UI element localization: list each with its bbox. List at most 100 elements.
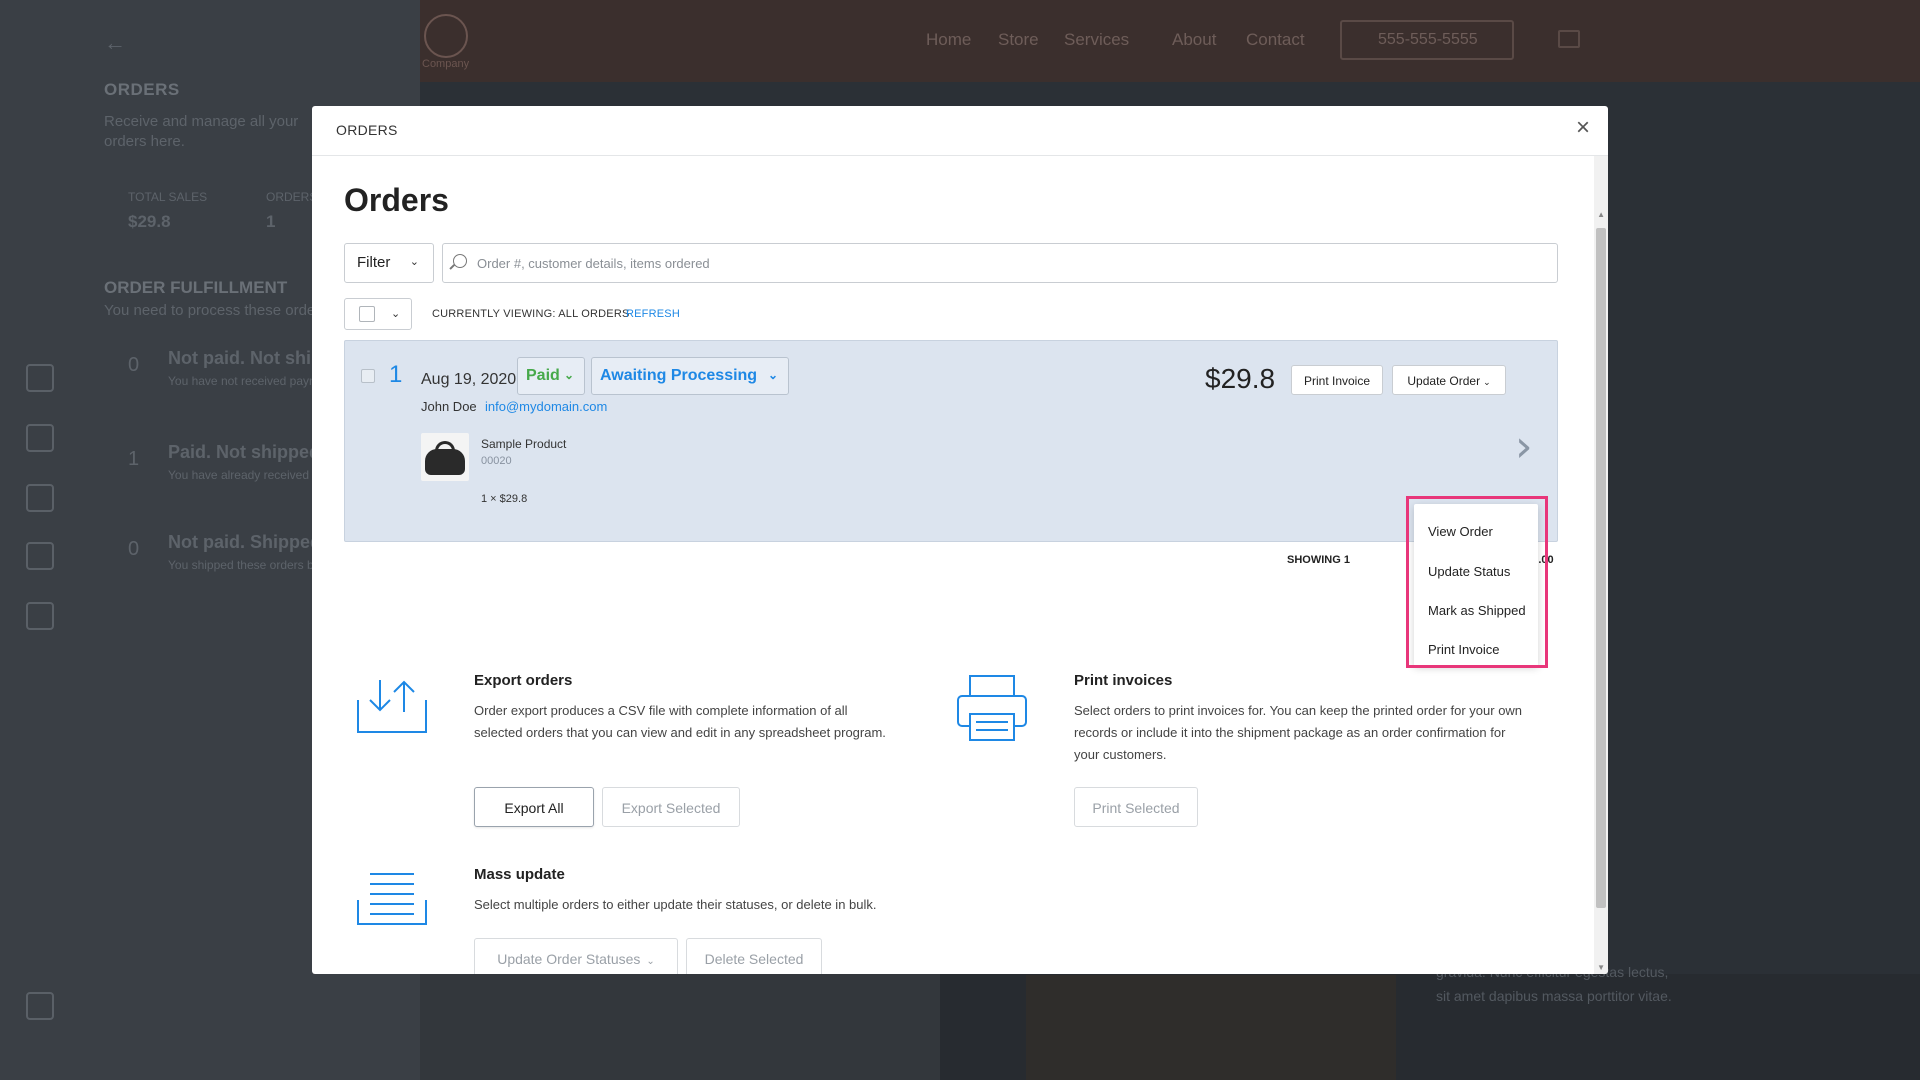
print-selected-button[interactable]: Print Selected [1074, 787, 1198, 827]
settings-icon[interactable] [26, 602, 54, 630]
page-title: Orders [344, 182, 449, 218]
update-order-label: Update Order [1407, 374, 1481, 388]
apps-icon[interactable] [26, 992, 54, 1020]
chevron-right-icon[interactable]: › [1515, 421, 1533, 472]
background-stat-orders: ORDERS 1 [266, 190, 317, 232]
menu-item-print-invoice[interactable]: Print Invoice [1428, 642, 1500, 657]
product-thumbnail [421, 433, 469, 481]
cart-icon[interactable] [26, 484, 54, 512]
payment-status-label: Paid [526, 367, 560, 384]
product-sku: 00020 [481, 455, 512, 467]
print-invoices-desc: Select orders to print invoices for. You… [1074, 703, 1523, 762]
bulk-select-dropdown[interactable]: ⌄ [344, 298, 412, 330]
order-total: $29.8 [1205, 363, 1276, 394]
background-icon-rail [0, 340, 80, 1060]
fulfillment-status-dropdown[interactable]: Awaiting Processing ⌄ [591, 357, 789, 395]
back-arrow-icon[interactable]: ← [104, 30, 126, 56]
background-fulfillment-title: ORDER FULFILLMENT [104, 278, 288, 297]
row-count: 0 [128, 354, 140, 376]
stat-value: 1 [266, 212, 276, 231]
modal-title: ORDERS [336, 122, 398, 138]
nav-services[interactable]: Services [1064, 30, 1129, 50]
filter-label: Filter [357, 254, 391, 271]
refresh-link[interactable]: REFRESH [626, 308, 680, 320]
export-all-button[interactable]: Export All [474, 787, 594, 827]
site-logo-text: Company [422, 58, 470, 70]
scrollbar-thumb[interactable] [1596, 228, 1606, 908]
design-icon[interactable] [26, 542, 54, 570]
delete-selected-button[interactable]: Delete Selected [686, 938, 822, 974]
stat-value: $29.8 [128, 212, 171, 231]
export-orders-desc: Order export produces a CSV file with co… [474, 703, 886, 740]
chevron-down-icon: ⌄ [1483, 377, 1491, 387]
menu-item-mark-shipped[interactable]: Mark as Shipped [1428, 603, 1526, 618]
filter-button[interactable]: Filter ⌄ [344, 243, 434, 283]
customer-email-link[interactable]: info@mydomain.com [485, 399, 607, 414]
stat-label: ORDERS [266, 190, 318, 204]
payment-status-dropdown[interactable]: Paid ⌄ [517, 357, 585, 395]
nav-home[interactable]: Home [926, 30, 971, 50]
order-date: Aug 19, 2020 [421, 371, 517, 388]
showing-count: SHOWING 1 [1287, 554, 1350, 566]
mass-update-desc: Select multiple orders to either update … [474, 897, 877, 912]
update-order-menu: View Order Update Status Mark as Shipped… [1414, 504, 1538, 666]
customer-name: John Doe [421, 399, 477, 414]
print-invoices-title: Print invoices [1074, 672, 1173, 689]
menu-item-update-status[interactable]: Update Status [1428, 564, 1510, 579]
order-number[interactable]: 1 [389, 361, 402, 389]
site-logo-icon [424, 14, 468, 58]
chevron-down-icon: ⌄ [563, 368, 574, 382]
select-all-checkbox[interactable] [359, 306, 375, 322]
background-orders-title: ORDERS [104, 80, 180, 99]
product-quantity-line: 1 × $29.8 [481, 493, 528, 505]
update-order-button[interactable]: Update Order ⌄ [1392, 365, 1506, 395]
row-count: 0 [128, 538, 140, 560]
stat-label: TOTAL SALES [128, 190, 208, 204]
menu-item-view-order[interactable]: View Order [1428, 524, 1493, 539]
close-icon[interactable]: × [1576, 116, 1590, 140]
row-title: Paid. Not shipped [168, 442, 321, 462]
background-orders-desc: Receive and manage all your orders here. [104, 113, 299, 150]
mass-update-title: Mass update [474, 866, 565, 883]
printer-icon [957, 675, 1027, 741]
update-order-statuses-button[interactable]: Update Order Statuses ⌄ [474, 938, 678, 974]
phone-button[interactable]: 555-555-5555 [1340, 20, 1514, 60]
orders-modal: ORDERS × ▲ ▼ Orders Filter ⌄ ⌄ CURRENTLY… [312, 106, 1608, 974]
export-orders-title: Export orders [474, 672, 573, 689]
search-input[interactable] [477, 244, 1547, 282]
background-image [1026, 975, 1396, 1080]
modal-scrollbar[interactable]: ▲ ▼ [1594, 156, 1608, 974]
cart-icon[interactable] [1558, 30, 1580, 48]
export-selected-button[interactable]: Export Selected [602, 787, 740, 827]
background-fulfillment-desc: You need to process these orders [104, 302, 328, 319]
pages-icon[interactable] [26, 364, 54, 392]
nav-about[interactable]: About [1172, 30, 1216, 50]
print-invoice-button[interactable]: Print Invoice [1291, 365, 1383, 395]
product-name: Sample Product [481, 437, 567, 451]
chevron-down-icon[interactable]: ⌄ [391, 307, 400, 320]
nav-contact[interactable]: Contact [1246, 30, 1305, 50]
nav-store[interactable]: Store [998, 30, 1039, 50]
update-order-statuses-label: Update Order Statuses [497, 951, 641, 967]
order-checkbox[interactable] [361, 369, 375, 383]
modal-header: ORDERS × [312, 106, 1608, 156]
background-stat-sales: TOTAL SALES $29.8 [128, 190, 207, 232]
row-title: Not paid. Shipped [168, 532, 321, 552]
chevron-down-icon: ⌄ [409, 256, 419, 268]
currently-viewing-label: CURRENTLY VIEWING: ALL ORDERS [432, 308, 630, 320]
search-icon [453, 254, 467, 268]
row-count: 1 [128, 448, 140, 470]
scroll-up-icon[interactable]: ▲ [1597, 210, 1605, 219]
export-icon [357, 680, 427, 733]
bag-body-shape [425, 449, 465, 475]
search-field[interactable] [442, 243, 1558, 283]
scroll-down-icon[interactable]: ▼ [1597, 963, 1605, 972]
fulfillment-status-label: Awaiting Processing [600, 367, 758, 384]
background-site-header [420, 0, 1920, 82]
background-image [420, 970, 940, 1080]
order-row[interactable]: 1 Aug 19, 2020 Paid ⌄ Awaiting Processin… [344, 340, 1558, 542]
list-icon [357, 873, 427, 925]
chevron-down-icon: ⌄ [646, 956, 655, 967]
content-icon[interactable] [26, 424, 54, 452]
chevron-down-icon: ⌄ [767, 368, 778, 382]
